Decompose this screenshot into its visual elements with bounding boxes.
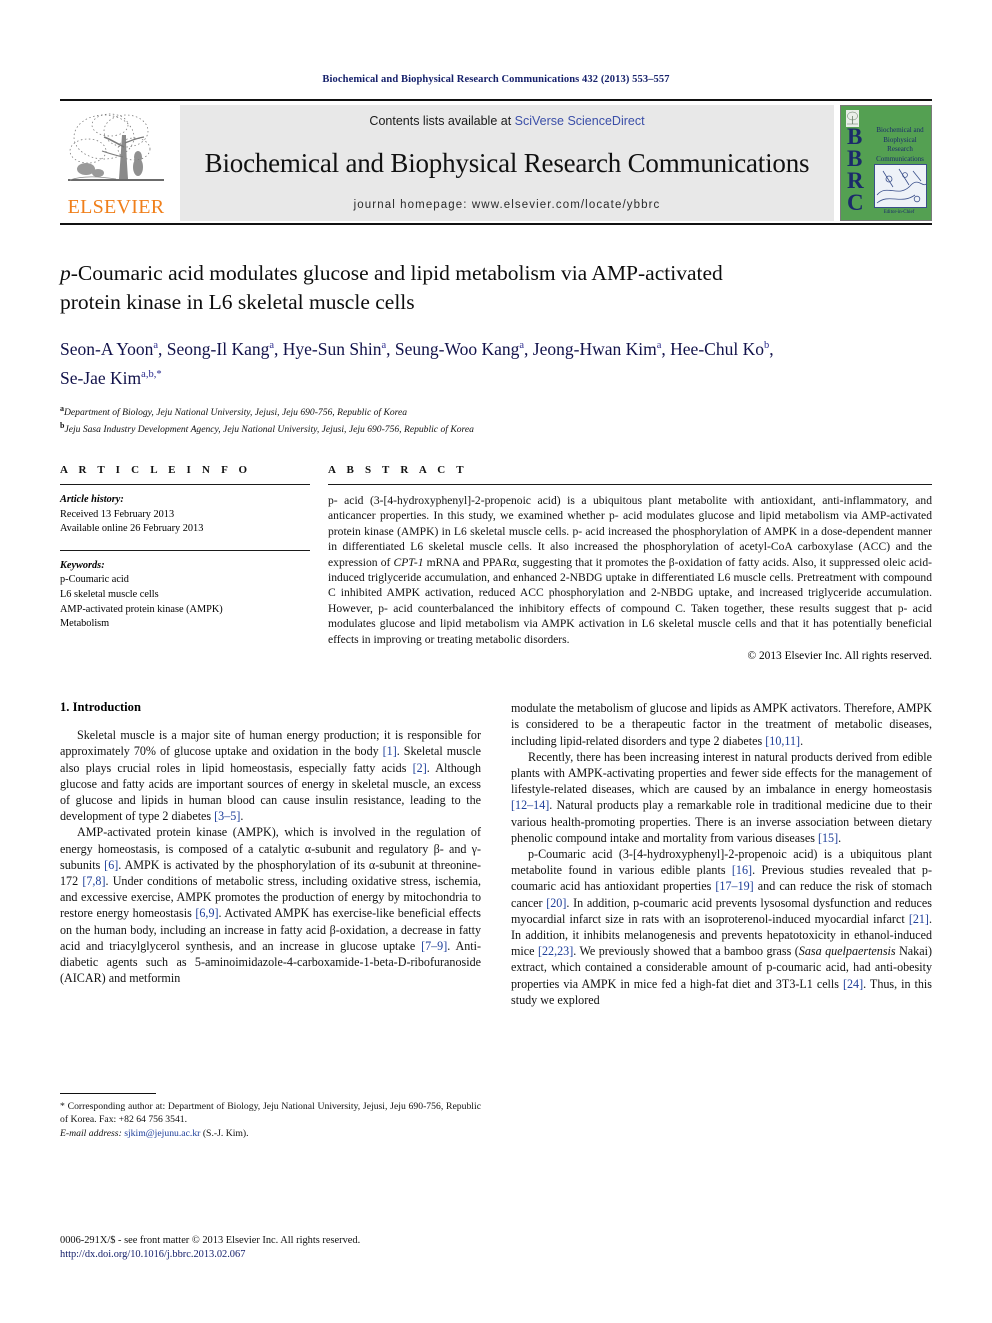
title-line-1: -Coumaric acid modulates glucose and lip… bbox=[70, 261, 723, 285]
affiliation-text: Department of Biology, Jeju National Uni… bbox=[64, 406, 408, 418]
paragraph: p-Coumaric acid (3-[4-hydroxyphenyl]-2-p… bbox=[511, 846, 933, 1007]
footnote-text: Corresponding author at: Department of B… bbox=[60, 1100, 481, 1126]
article-body: 1. Introduction Skeletal muscle is a maj… bbox=[60, 700, 932, 1140]
author-item[interactable]: Seung-Woo Kanga bbox=[395, 339, 524, 359]
article-history-group: Article history: Received 13 February 20… bbox=[60, 493, 310, 537]
elsevier-tree-icon bbox=[64, 107, 168, 199]
issn-copyright-line: 0006-291X/$ - see front matter © 2013 El… bbox=[60, 1235, 361, 1246]
author-item[interactable]: Jeong-Hwan Kima bbox=[533, 339, 662, 359]
author-name: Hee-Chul Ko bbox=[670, 338, 764, 359]
author-name: Seon-A Yoon bbox=[60, 338, 154, 359]
abstract-text: p- acid (3-[4-hydroxyphenyl]-2-propenoic… bbox=[328, 494, 932, 646]
cover-artwork bbox=[874, 164, 927, 208]
page-title: p-Coumaric acid modulates glucose and li… bbox=[60, 259, 932, 317]
author-item[interactable]: Seong-Il Kanga bbox=[167, 339, 274, 359]
body-column-left: 1. Introduction Skeletal muscle is a maj… bbox=[60, 700, 481, 1140]
keyword-item: AMP-activated protein kinase (AMPK) bbox=[60, 603, 223, 615]
abstract-heading: A B S T R A C T bbox=[328, 464, 468, 477]
author-name: Se-Jae Kim bbox=[60, 367, 142, 388]
affiliation-text: Jeju Sasa Industry Development Agency, J… bbox=[64, 424, 474, 436]
author-item[interactable]: Se-Jae Kima,b,* bbox=[60, 368, 162, 388]
cover-journal-title: Biochemical and Biophysical Research Commun… bbox=[876, 126, 924, 163]
history-available-online: Available online 26 February 2013 bbox=[60, 523, 204, 535]
keyword-item: L6 skeletal muscle cells bbox=[60, 589, 159, 600]
page-footer: 0006-291X/$ - see front matter © 2013 El… bbox=[60, 1234, 360, 1262]
divider bbox=[60, 549, 310, 551]
email-label: E-mail address: bbox=[60, 1127, 122, 1139]
masthead-bottom-rule bbox=[60, 223, 932, 225]
paragraph: Skeletal muscle is a major site of human… bbox=[60, 728, 481, 824]
info-abstract-section: A R T I C L E I N F O Article history: R… bbox=[60, 464, 932, 662]
email-link[interactable]: sjkim@jejunu.ac.kr bbox=[124, 1128, 200, 1139]
contents-available-line: Contents lists available at SciVerse Sci… bbox=[369, 114, 644, 128]
abstract-copyright: © 2013 Elsevier Inc. All rights reserved… bbox=[747, 650, 932, 663]
contents-prefix: Contents lists available at bbox=[369, 114, 515, 128]
section-heading-introduction: 1. Introduction bbox=[60, 700, 141, 715]
email-owner: (S.-J. Kim). bbox=[202, 1127, 249, 1139]
author-name: Hye-Sun Shin bbox=[282, 338, 382, 359]
sciencedirect-link[interactable]: SciVerse ScienceDirect bbox=[515, 114, 645, 128]
author-affil-marker: a,b,* bbox=[141, 368, 162, 380]
elsevier-wordmark: ELSEVIER bbox=[67, 196, 165, 218]
body-column-right: modulate the metabolism of glucose and l… bbox=[511, 700, 932, 1140]
keywords-group: Keywords: p-Coumaric acid L6 skeletal mu… bbox=[60, 559, 310, 632]
author-list: Seon-A Yoona, Seong-Il Kanga, Hye-Sun Sh… bbox=[60, 338, 774, 388]
paragraph: modulate the metabolism of glucose and l… bbox=[511, 701, 932, 748]
journal-title: Biochemical and Biophysical Research Com… bbox=[204, 148, 810, 178]
article-info-column: A R T I C L E I N F O Article history: R… bbox=[60, 464, 310, 662]
title-block: p-Coumaric acid modulates glucose and li… bbox=[60, 259, 932, 436]
keywords-label: Keywords: bbox=[60, 559, 105, 571]
journal-cover-thumbnail: BBRC Biochemical and Biophysical Research C… bbox=[840, 105, 932, 221]
author-name: Seung-Woo Kang bbox=[394, 338, 520, 359]
footnote-marker: * bbox=[60, 1100, 65, 1112]
affiliation-item: bJeju Sasa Industry Development Agency, … bbox=[60, 419, 932, 436]
journal-article-page: Biochemical and Biophysical Research Com… bbox=[0, 0, 992, 1323]
keyword-item: p-Coumaric acid bbox=[60, 574, 129, 586]
elsevier-logo: ELSEVIER bbox=[60, 105, 172, 223]
author-item[interactable]: Hee-Chul Kob bbox=[670, 339, 769, 359]
running-head: Biochemical and Biophysical Research Com… bbox=[322, 74, 670, 85]
doi-link[interactable]: http://dx.doi.org/10.1016/j.bbrc.2013.02… bbox=[60, 1248, 360, 1262]
journal-banner: Contents lists available at SciVerse Sci… bbox=[180, 105, 834, 221]
keyword-item: Metabolism bbox=[60, 618, 110, 630]
author-item[interactable]: Seon-A Yoona bbox=[60, 339, 158, 359]
divider bbox=[328, 484, 932, 486]
author-affil-marker: a bbox=[381, 340, 387, 351]
author-affil-marker: a bbox=[656, 340, 662, 351]
author-name: Jeong-Hwan Kim bbox=[532, 338, 657, 359]
abstract-column: A B S T R A C T p- acid (3-[4-hydroxyphe… bbox=[328, 464, 932, 662]
title-line-2: protein kinase in L6 skeletal muscle cel… bbox=[60, 290, 415, 314]
cover-footer-text: Editor-in-Chief bbox=[883, 210, 915, 215]
affiliation-list: aDepartment of Biology, Jeju National Un… bbox=[60, 402, 932, 436]
affiliation-item: aDepartment of Biology, Jeju National Un… bbox=[60, 402, 932, 419]
journal-homepage-link[interactable]: journal homepage: www.elsevier.com/locat… bbox=[354, 199, 661, 211]
footnote-rule bbox=[60, 1092, 156, 1094]
journal-masthead: ELSEVIER Contents lists available at Sci… bbox=[60, 99, 932, 223]
author-name: Seong-Il Kang bbox=[166, 338, 270, 359]
paragraph: Recently, there has been increasing inte… bbox=[511, 749, 932, 845]
article-history-label: Article history: bbox=[60, 494, 124, 506]
paragraph: AMP-activated protein kinase (AMPK), whi… bbox=[60, 825, 481, 986]
author-affil-marker: b bbox=[763, 340, 770, 351]
footnote-body: * Corresponding author at: Department of… bbox=[60, 1100, 481, 1140]
title-italic-prefix: p bbox=[60, 261, 71, 285]
corresponding-author-footnote: * Corresponding author at: Department of… bbox=[60, 1092, 481, 1140]
cover-bbrc-letters: BBRC bbox=[847, 124, 864, 215]
history-received: Received 13 February 2013 bbox=[60, 508, 175, 520]
author-affil-marker: a bbox=[153, 340, 159, 351]
article-info-heading: A R T I C L E I N F O bbox=[60, 464, 252, 477]
author-affil-marker: a bbox=[519, 340, 525, 351]
author-affil-marker: a bbox=[269, 340, 275, 351]
author-item[interactable]: Hye-Sun Shina bbox=[283, 339, 386, 359]
divider bbox=[60, 484, 310, 486]
